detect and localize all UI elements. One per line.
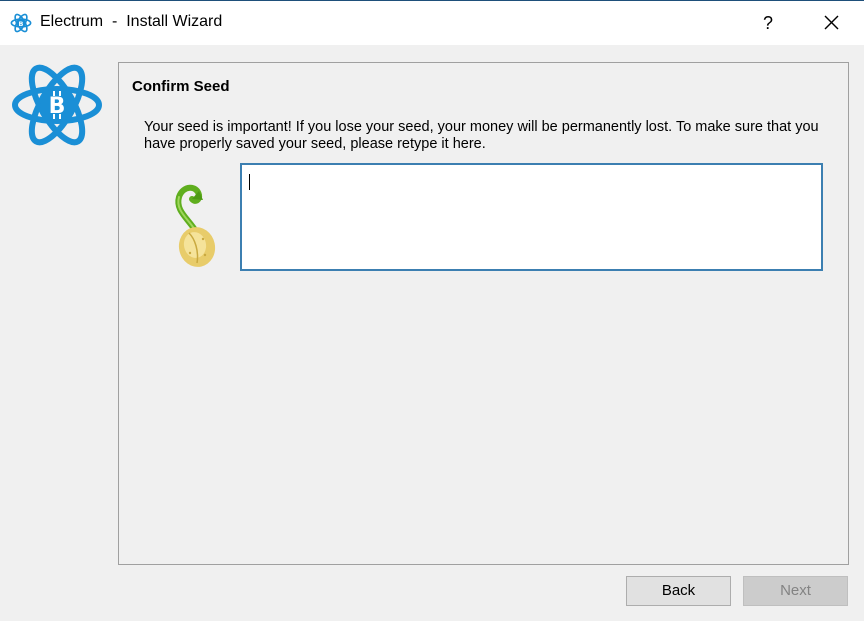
- seed-input[interactable]: [240, 163, 823, 271]
- page-title: Confirm Seed: [132, 78, 230, 95]
- help-button[interactable]: ?: [756, 10, 780, 36]
- seed-warning-message: Your seed is important! If you lose your…: [144, 119, 819, 152]
- sprouting-seed-icon: [175, 184, 216, 267]
- electrum-app-icon: B: [10, 13, 32, 33]
- next-button[interactable]: Next: [743, 576, 848, 606]
- close-icon[interactable]: [818, 10, 844, 36]
- install-wizard-window: B Electrum - Install Wizard ? B Confirm …: [0, 0, 864, 621]
- back-button[interactable]: Back: [626, 576, 731, 606]
- svg-text:B: B: [19, 20, 24, 28]
- text-caret: [249, 174, 250, 190]
- window-title: Electrum - Install Wizard: [40, 13, 223, 30]
- title-bar: B Electrum - Install Wizard ?: [0, 1, 864, 45]
- electrum-logo-icon: B: [12, 64, 102, 146]
- wizard-panel: Confirm Seed Your seed is important! If …: [118, 62, 849, 565]
- svg-text:B: B: [49, 94, 66, 119]
